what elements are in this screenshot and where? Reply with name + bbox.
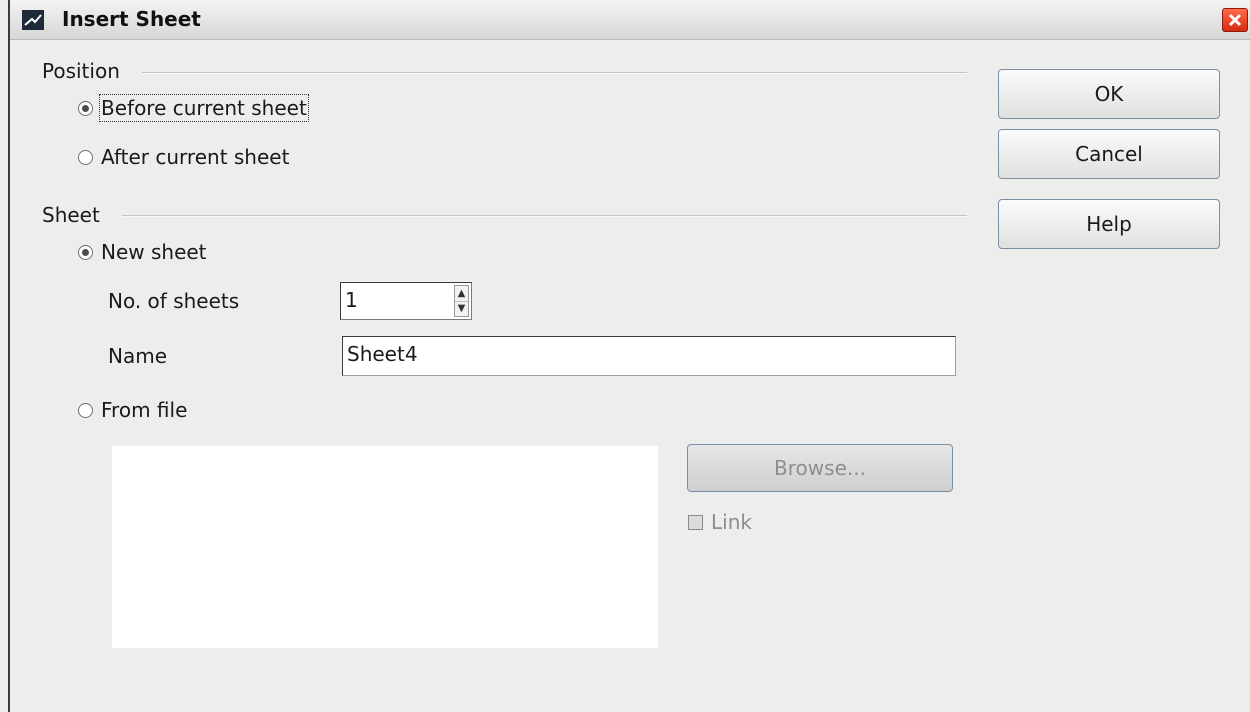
radio-button[interactable]	[78, 244, 93, 260]
spin-up-icon[interactable]: ▲	[455, 286, 468, 302]
new-sheet-label: New sheet	[101, 240, 207, 264]
radio-before-current-sheet[interactable]: Before current sheet	[78, 94, 309, 122]
radio-new-sheet[interactable]: New sheet	[78, 240, 207, 264]
radio-button[interactable]	[78, 149, 93, 165]
after-current-sheet-label: After current sheet	[101, 145, 290, 169]
spin-down-icon[interactable]: ▼	[455, 301, 468, 316]
radio-button[interactable]	[78, 100, 93, 116]
num-sheets-label: No. of sheets	[108, 289, 240, 313]
link-checkbox[interactable]	[688, 514, 703, 530]
close-button[interactable]	[1222, 8, 1248, 32]
num-sheets-value[interactable]: 1	[345, 288, 358, 312]
before-current-sheet-label: Before current sheet	[99, 94, 309, 122]
help-button[interactable]: Help	[998, 199, 1220, 249]
sheet-group-label: Sheet	[42, 203, 100, 227]
position-group-label: Position	[42, 59, 120, 83]
spreadsheet-icon	[22, 10, 44, 30]
cancel-button[interactable]: Cancel	[998, 129, 1220, 179]
position-separator	[142, 72, 967, 74]
sheet-name-input[interactable]: Sheet4	[342, 336, 956, 376]
from-file-label: From file	[101, 398, 188, 422]
name-label: Name	[108, 344, 168, 368]
insert-sheet-dialog: Insert Sheet Position Before current she…	[8, 0, 1250, 712]
radio-after-current-sheet[interactable]: After current sheet	[78, 145, 289, 169]
radio-from-file[interactable]: From file	[78, 398, 187, 422]
file-sheet-list[interactable]	[112, 446, 658, 648]
radio-button[interactable]	[78, 402, 93, 418]
dialog-title: Insert Sheet	[62, 7, 201, 31]
browse-button[interactable]: Browse...	[687, 444, 953, 492]
link-checkbox-row[interactable]: Link	[688, 510, 752, 534]
num-sheets-spinbox[interactable]: 1 ▲ ▼	[340, 282, 472, 320]
ok-button[interactable]: OK	[998, 69, 1220, 119]
close-icon	[1228, 13, 1242, 27]
link-label: Link	[711, 510, 752, 534]
title-bar: Insert Sheet	[10, 0, 1250, 40]
sheet-separator	[122, 215, 967, 217]
spin-arrows[interactable]: ▲ ▼	[454, 285, 469, 317]
